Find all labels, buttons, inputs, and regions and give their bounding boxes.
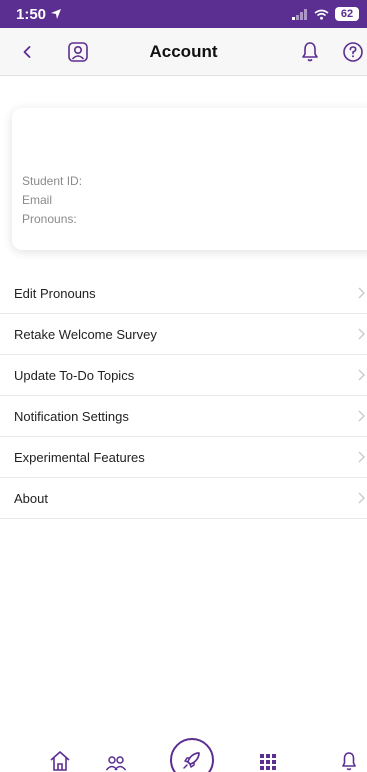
menu-item-update-todo-topics[interactable]: Update To-Do Topics <box>0 355 367 396</box>
status-indicators: 62 <box>292 7 359 21</box>
tab-apps[interactable] <box>256 748 280 772</box>
chevron-left-icon <box>23 46 31 58</box>
home-icon <box>50 751 70 771</box>
profile-card: Student ID: Email Pronouns: <box>12 108 367 250</box>
menu-item-label: About <box>14 490 48 506</box>
pronouns-label: Pronouns: <box>22 212 77 226</box>
rocket-icon <box>183 752 200 769</box>
profile-button[interactable] <box>66 40 90 64</box>
grid-icon <box>260 754 276 770</box>
menu-item-experimental-features[interactable]: Experimental Features <box>0 437 367 478</box>
chevron-right-icon <box>358 451 365 463</box>
status-bar: 1:50 62 <box>0 0 367 28</box>
chevron-right-icon <box>358 328 365 340</box>
location-arrow-icon <box>51 9 62 19</box>
profile-badge-icon <box>68 42 88 62</box>
bottom-tab-bar <box>0 738 367 772</box>
app-header: Account <box>0 28 367 76</box>
chevron-right-icon <box>358 369 365 381</box>
menu-item-label: Update To-Do Topics <box>14 367 135 383</box>
notifications-button[interactable] <box>299 40 321 64</box>
battery-icon: 62 <box>335 7 359 21</box>
menu-item-label: Experimental Features <box>14 449 145 465</box>
chevron-right-icon <box>358 410 365 422</box>
bell-icon <box>342 752 356 771</box>
bell-icon <box>302 42 318 62</box>
back-button[interactable] <box>16 38 38 66</box>
chevron-right-icon <box>358 287 365 299</box>
tab-people[interactable] <box>104 748 128 772</box>
menu-item-retake-welcome-survey[interactable]: Retake Welcome Survey <box>0 314 367 355</box>
menu-item-about[interactable]: About <box>0 478 367 519</box>
menu-item-label: Notification Settings <box>14 408 129 424</box>
question-circle-icon <box>343 42 363 62</box>
menu-item-label: Retake Welcome Survey <box>14 326 157 342</box>
settings-menu: Edit Pronouns Retake Welcome Survey Upda… <box>0 273 367 519</box>
student-id-label: Student ID: <box>22 174 83 188</box>
menu-item-notification-settings[interactable]: Notification Settings <box>0 396 367 437</box>
chevron-right-icon <box>358 492 365 504</box>
tab-home[interactable] <box>48 748 72 772</box>
signal-icon <box>292 8 307 20</box>
menu-item-label: Edit Pronouns <box>14 285 96 301</box>
tab-launch[interactable] <box>170 738 214 772</box>
status-time: 1:50 <box>16 6 62 23</box>
help-button[interactable] <box>342 41 364 63</box>
wifi-icon <box>314 9 329 20</box>
tab-notifications[interactable] <box>338 748 362 772</box>
status-time-text: 1:50 <box>16 5 47 23</box>
menu-item-edit-pronouns[interactable]: Edit Pronouns <box>0 273 367 314</box>
people-icon <box>105 756 127 771</box>
email-label: Email <box>22 193 53 207</box>
